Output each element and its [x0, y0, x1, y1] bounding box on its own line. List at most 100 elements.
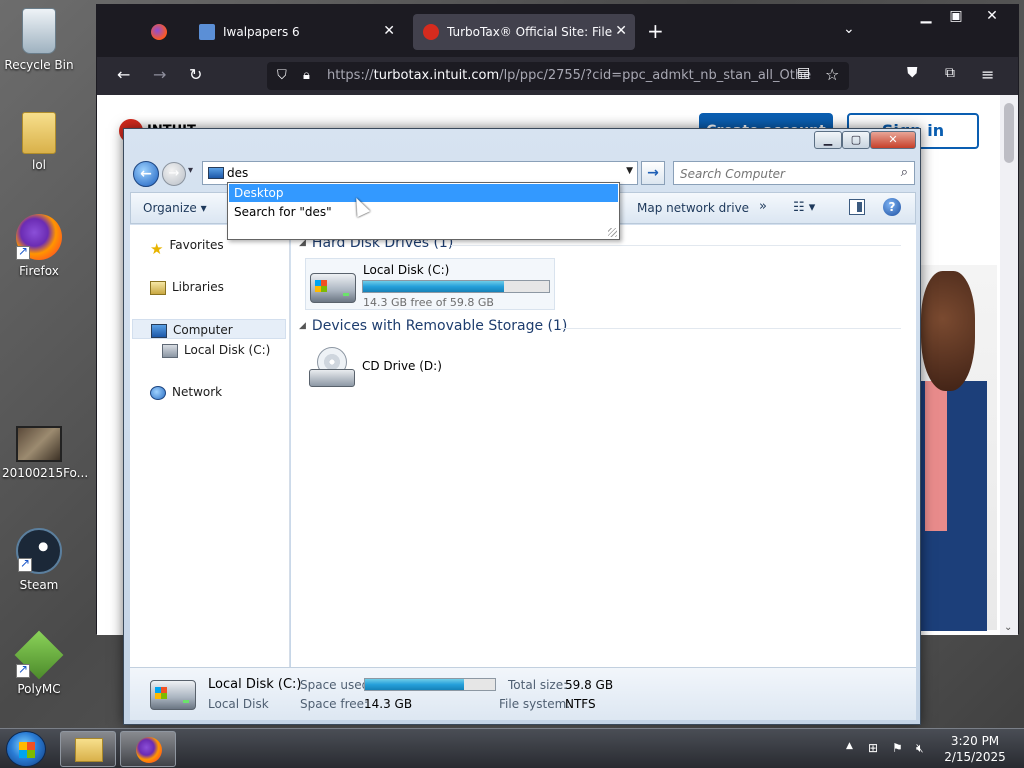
lock-icon[interactable]: 🔒︎	[303, 62, 310, 90]
tab-firefox-home[interactable]	[141, 14, 181, 50]
nav-label: Local Disk (C:)	[184, 343, 271, 357]
page-scrollbar[interactable]: ⌄	[1000, 95, 1018, 635]
reload-icon[interactable]: ↻	[189, 65, 202, 84]
new-tab-button[interactable]: +	[647, 19, 664, 43]
computer-icon	[208, 167, 224, 179]
desktop-icon-lol-folder[interactable]: lol	[2, 112, 76, 172]
folder-icon	[75, 738, 103, 762]
polymc-icon	[14, 630, 64, 680]
autocomplete-item-search[interactable]: Search for "des"	[229, 203, 618, 221]
address-input[interactable]	[227, 164, 607, 182]
space-free-label: Space free:	[300, 697, 369, 711]
show-hidden-icons-chevron-icon[interactable]: ▲	[846, 741, 860, 755]
search-input[interactable]	[680, 165, 890, 182]
collapse-triangle-icon[interactable]: ◢	[299, 321, 306, 331]
desktop-icon-steam[interactable]: Steam	[2, 528, 76, 592]
url-host: turbotax.intuit.com	[373, 68, 500, 83]
desktop-icon-recycle-bin[interactable]: Recycle Bin	[2, 8, 76, 72]
forward-arrow-icon[interactable]: →	[162, 162, 186, 186]
url-bar[interactable]: ⛉ 🔒︎ https://turbotax.intuit.com/lp/ppc/…	[267, 62, 849, 90]
nav-label: Libraries	[172, 280, 224, 294]
browser-nav-bar: ← → ↻ ⛉ 🔒︎ https://turbotax.intuit.com/l…	[97, 57, 1018, 95]
pocket-icon[interactable]: ⛊	[907, 65, 918, 81]
menu-icon[interactable]: ≡	[981, 65, 994, 84]
reader-view-icon[interactable]: ▤	[797, 65, 810, 81]
group-header-removable-storage[interactable]: ◢ Devices with Removable Storage (1)	[299, 318, 567, 334]
drive-icon	[162, 343, 178, 358]
desktop-icon-video[interactable]: 20100215Fo...	[2, 426, 88, 480]
recent-pages-chevron-icon[interactable]: ▾	[188, 165, 193, 176]
nav-item-favorites[interactable]: ★ Favorites	[150, 235, 224, 258]
bookmark-star-icon[interactable]: ☆	[825, 65, 839, 84]
taskbar-firefox-button[interactable]	[120, 731, 176, 767]
browser-tab-bar: Iwalpapers 6 ✕ TurboTax® Official Site: …	[97, 5, 1018, 57]
hero-person-image	[917, 271, 987, 631]
tab-list-chevron-icon[interactable]: ⌄	[843, 21, 855, 37]
drive-item-local-disk-c[interactable]: Local Disk (C:) 14.3 GB free of 59.8 GB	[305, 258, 555, 310]
organize-button[interactable]: Organize ▾	[143, 201, 207, 215]
nav-item-network[interactable]: Network	[150, 382, 222, 402]
content-pane: ◢ Hard Disk Drives (1) Local Disk (C:) 14…	[291, 225, 916, 667]
computer-icon	[151, 323, 167, 338]
minimize-button[interactable]: ▁	[814, 131, 842, 149]
close-button[interactable]: ✕	[870, 131, 916, 149]
shield-icon[interactable]: ⛉	[277, 62, 287, 90]
close-icon[interactable]: ✕	[383, 23, 395, 39]
search-box[interactable]: ⌕	[673, 161, 915, 185]
network-tray-icon[interactable]: ⊞	[868, 741, 882, 755]
desktop-icon-label: PolyMC	[17, 682, 61, 696]
forward-arrow-icon[interactable]: →	[153, 65, 166, 84]
drive-item-cd-drive-d[interactable]: CD Drive (D:)	[305, 345, 485, 395]
close-button[interactable]: ✕	[975, 5, 1009, 27]
desktop-icon-label: Firefox	[19, 264, 59, 278]
nav-item-libraries[interactable]: Libraries	[150, 277, 224, 297]
steam-icon	[16, 528, 62, 574]
maximize-button[interactable]: ▢	[842, 131, 870, 149]
nav-item-local-disk[interactable]: Local Disk (C:)	[162, 340, 270, 360]
maximize-button[interactable]: ▣	[939, 5, 973, 27]
network-icon	[150, 385, 166, 400]
autocomplete-item-desktop[interactable]: Desktop	[229, 184, 618, 202]
help-icon[interactable]: ?	[883, 198, 901, 216]
address-autocomplete-dropdown: Desktop Search for "des"	[227, 182, 620, 240]
taskbar-explorer-button[interactable]	[60, 731, 116, 767]
file-system-value: NTFS	[565, 697, 596, 711]
desktop-icon-firefox[interactable]: Firefox	[2, 214, 76, 278]
desktop-icon-polymc[interactable]: PolyMC	[2, 630, 76, 696]
turbotax-icon	[423, 24, 439, 40]
resize-grip-icon[interactable]	[608, 228, 617, 237]
address-dropdown-icon[interactable]: ▼	[626, 166, 633, 176]
preview-pane-icon[interactable]	[849, 199, 865, 215]
go-arrow-button[interactable]: →	[641, 161, 665, 185]
hard-drive-icon	[310, 273, 356, 303]
desktop-icon-label: Steam	[19, 578, 59, 592]
scroll-down-icon[interactable]: ⌄	[1004, 622, 1012, 633]
recycle-bin-icon	[22, 8, 56, 54]
back-arrow-icon[interactable]: ←	[133, 161, 159, 187]
url-prefix: https://	[327, 68, 374, 83]
extensions-icon[interactable]: ⧉	[945, 65, 955, 81]
map-network-drive-button[interactable]: Map network drive	[637, 201, 749, 215]
minimize-button[interactable]: ▁	[909, 5, 943, 27]
tab-iwalpapers[interactable]: Iwalpapers 6 ✕	[189, 14, 403, 50]
search-icon[interactable]: ⌕	[901, 165, 908, 180]
space-used-bar	[364, 678, 496, 691]
back-arrow-icon[interactable]: ←	[117, 65, 130, 84]
action-center-flag-icon[interactable]: ⚑	[892, 741, 906, 755]
total-size-label: Total size:	[508, 678, 568, 692]
firefox-icon	[16, 214, 62, 260]
taskbar-clock[interactable]: 3:20 PM 2/15/2025	[940, 733, 1010, 765]
details-drive-name: Local Disk (C:)	[208, 677, 302, 692]
navigation-pane: ★ Favorites Libraries Computer Local Disk…	[130, 225, 290, 667]
nav-label: Network	[172, 385, 223, 399]
nav-item-computer[interactable]: Computer	[132, 319, 286, 339]
start-button[interactable]	[6, 731, 46, 767]
more-commands-button[interactable]: »	[759, 199, 767, 214]
tab-turbotax[interactable]: TurboTax® Official Site: File Ta ✕	[413, 14, 635, 50]
divider	[561, 328, 901, 329]
close-icon[interactable]: ✕	[615, 23, 627, 39]
space-free-value: 14.3 GB	[364, 697, 413, 711]
volume-muted-icon[interactable]: 🔇︎	[916, 741, 930, 755]
change-view-icon[interactable]: ☷ ▾	[793, 200, 815, 215]
file-system-label: File system:	[499, 697, 571, 711]
